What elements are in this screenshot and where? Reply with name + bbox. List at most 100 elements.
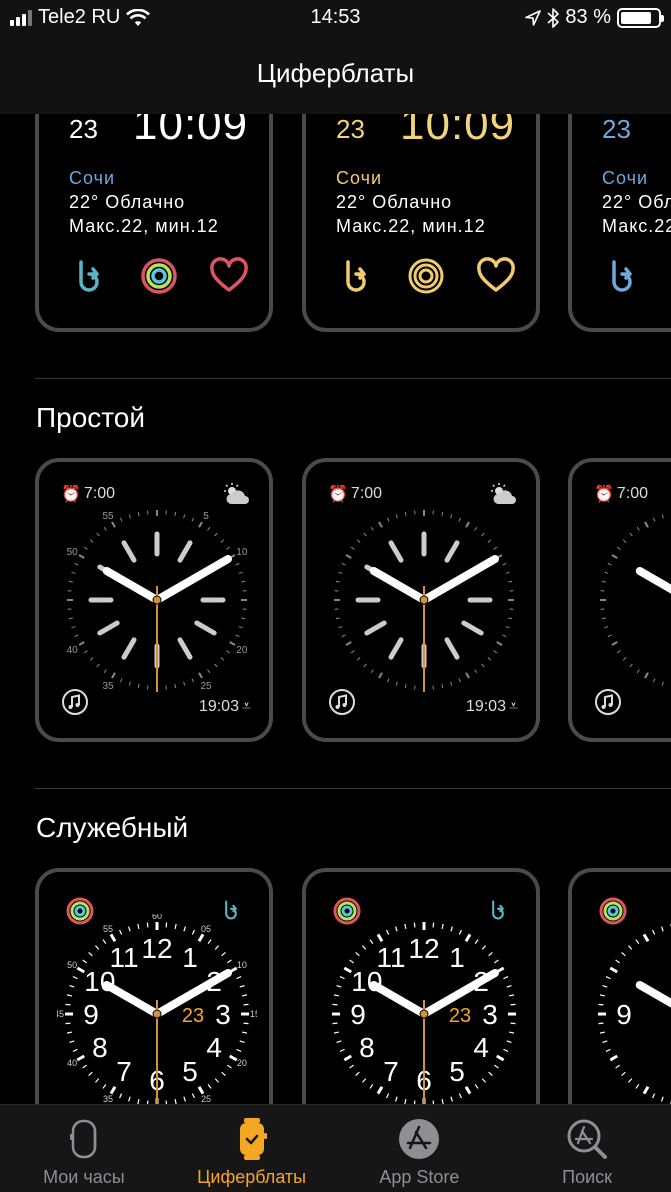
minute-tick xyxy=(627,1078,633,1083)
minute-tick xyxy=(488,951,493,957)
minute-tick xyxy=(378,672,383,679)
tab-bar: Мои часы Циферблаты App Store Поиск xyxy=(0,1104,671,1192)
simple-face-card[interactable]: ⏰ 7:00 55 5 50 10 40 20 35 25 19:03 ⩡ xyxy=(35,458,273,742)
minute-tick xyxy=(481,945,487,950)
minute-tick xyxy=(503,976,509,980)
minute-tick xyxy=(601,617,606,620)
minute-tick xyxy=(127,1096,131,1102)
minute-tick xyxy=(72,1048,78,1052)
minute-tick xyxy=(363,532,367,537)
tab-app-store[interactable]: App Store xyxy=(336,1105,504,1192)
minute-tick xyxy=(345,641,352,646)
hour-numeral: 3 xyxy=(482,999,498,1030)
hour-numeral: 12 xyxy=(408,933,439,964)
minute-tick xyxy=(404,923,407,930)
search-icon xyxy=(567,1119,608,1159)
hour-marker xyxy=(177,637,193,660)
minute-label: 40 xyxy=(67,1058,77,1068)
minute-tick xyxy=(238,571,243,574)
minute-tick xyxy=(349,959,354,964)
minute-tick xyxy=(652,929,656,935)
minute-tick xyxy=(191,678,195,683)
hour-numeral: 5 xyxy=(182,1056,198,1087)
minute-tick xyxy=(458,517,462,522)
hand-pivot xyxy=(152,1009,162,1019)
music-icon xyxy=(329,689,355,715)
minute-tick xyxy=(394,926,398,932)
minute-tick xyxy=(621,951,626,957)
minute-tick xyxy=(341,634,346,638)
date-complication: 23 xyxy=(449,1005,471,1027)
weather-city: Сочи xyxy=(336,168,383,188)
minute-tick xyxy=(119,517,123,522)
minute-tick xyxy=(96,532,100,537)
minute-tick xyxy=(207,526,211,531)
music-icon xyxy=(62,689,88,715)
heart-rate-icon xyxy=(477,257,515,292)
minute-tick xyxy=(370,669,374,674)
minute-tick xyxy=(338,571,343,574)
weather-city: Сочи xyxy=(602,168,649,188)
modular-face-card[interactable]: ··· 23 10:09 Сочи 22° Облачно Макс.22, м… xyxy=(35,80,273,332)
minute-tick xyxy=(376,933,384,943)
minute-tick xyxy=(238,626,243,629)
minute-tick xyxy=(488,1071,493,1077)
minute-tick xyxy=(369,939,374,944)
hour-numeral: 5 xyxy=(449,1056,465,1087)
minute-tick xyxy=(602,1040,608,1044)
analog-dial: 12123456789101123 xyxy=(332,922,516,1106)
modular-face-card[interactable]: ··· 23 Сочи 22° Облачно Макс.22, мин.12 xyxy=(568,80,671,332)
tab-search[interactable]: Поиск xyxy=(503,1105,671,1192)
minute-label: 35 xyxy=(102,681,114,692)
minute-tick xyxy=(88,1071,93,1077)
tab-label: App Store xyxy=(379,1167,460,1187)
faces-gallery[interactable]: ··· 23 10:09 Сочи 22° Облачно Макс.22, м… xyxy=(0,0,671,1192)
minute-tick xyxy=(481,663,485,668)
minute-tick xyxy=(496,641,503,646)
minute-tick xyxy=(214,532,218,537)
simple-face-card[interactable]: ⏰ 7:00 19:03 ⩡ xyxy=(302,458,540,742)
minute-tick xyxy=(119,678,123,683)
minute-tick xyxy=(221,1071,226,1077)
minute-tick xyxy=(88,951,93,957)
minute-tick xyxy=(220,657,225,661)
minute-tick xyxy=(660,926,664,932)
minute-tick xyxy=(629,663,633,668)
sunset-complication: 19:03 ⩡ xyxy=(465,698,518,715)
modular-face-card[interactable]: ··· 23 10:09 Сочи 22° Облачно Макс.22, м… xyxy=(302,80,540,332)
minute-tick xyxy=(505,571,510,574)
hour-numeral: 11 xyxy=(376,942,405,973)
minute-tick xyxy=(94,945,100,950)
minute-tick xyxy=(627,945,633,950)
hour-numeral: 11 xyxy=(109,942,138,973)
simple-face-card[interactable]: ⏰ 7:00 xyxy=(568,458,671,742)
minute-tick xyxy=(376,1085,384,1095)
minute-tick xyxy=(356,539,361,543)
minute-tick xyxy=(378,521,383,528)
minute-tick xyxy=(345,554,352,559)
minute-tick xyxy=(474,1084,479,1089)
hour-marker xyxy=(388,637,404,660)
minute-tick xyxy=(243,1022,249,1025)
minute-tick xyxy=(214,1078,220,1083)
minute-tick xyxy=(394,1096,398,1102)
tab-faces[interactable]: Циферблаты xyxy=(168,1105,336,1192)
minute-tick xyxy=(458,678,462,683)
minute-tick xyxy=(214,945,220,950)
minute-tick xyxy=(615,1064,620,1069)
minute-tick xyxy=(236,1048,242,1052)
minute-tick xyxy=(119,929,123,935)
hour-numeral: 9 xyxy=(616,999,632,1030)
battery-icon xyxy=(617,7,664,28)
minute-tick xyxy=(404,511,407,516)
minute-hand xyxy=(420,555,500,604)
minute-label: 20 xyxy=(237,1058,247,1068)
minute-tick xyxy=(505,626,510,629)
watch-face-icon xyxy=(239,1118,267,1160)
tab-my-watch[interactable]: Мои часы xyxy=(0,1105,168,1192)
minute-tick xyxy=(458,1093,462,1099)
hour-numeral: 1 xyxy=(449,942,465,973)
hour-numeral: 8 xyxy=(359,1032,375,1063)
minute-tick xyxy=(386,929,390,935)
minute-tick xyxy=(127,926,131,932)
